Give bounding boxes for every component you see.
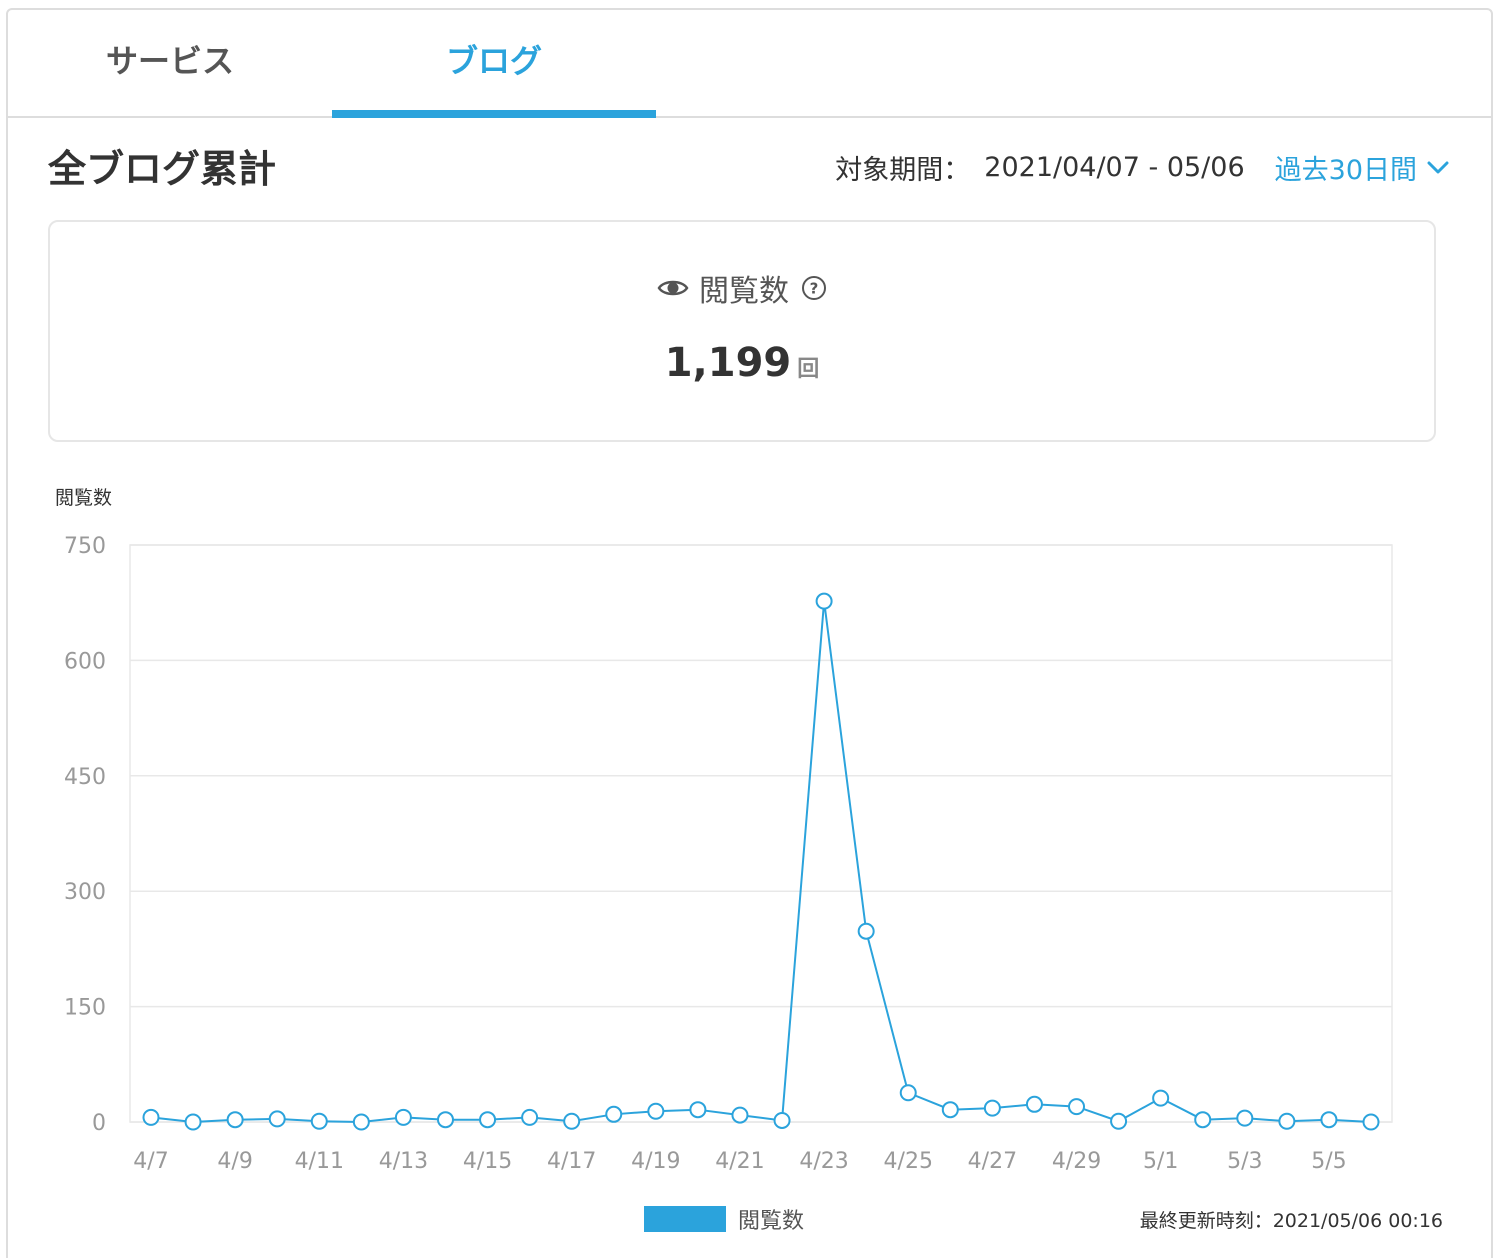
x-tick-label: 5/5 — [1311, 1149, 1346, 1174]
series-line — [150, 601, 1372, 1124]
data-point — [479, 1111, 497, 1129]
data-point — [1236, 1109, 1254, 1127]
views-line-chart: 閲覧数 0 150 300 450 600 750 4/7 4/9 4/11 4/13 4/15 4/1… — [55, 487, 1393, 1174]
data-point — [731, 1106, 749, 1124]
y-axis-title: 閲覧数 — [55, 487, 112, 509]
x-tick-label: 4/21 — [715, 1149, 764, 1174]
x-tick-label: 4/15 — [463, 1149, 512, 1174]
data-point — [352, 1113, 370, 1131]
data-point — [184, 1113, 202, 1131]
x-tick-label: 5/3 — [1227, 1149, 1262, 1174]
chart-area: 閲覧数 0 150 300 450 600 750 4/7 4/9 4/11 4/13 4/15 4/1… — [0, 0, 1499, 1258]
data-point — [563, 1112, 581, 1130]
data-point — [983, 1099, 1001, 1117]
x-tick-label: 4/17 — [547, 1149, 596, 1174]
x-tick-label: 4/7 — [133, 1149, 168, 1174]
data-point — [436, 1111, 454, 1129]
x-tick-label: 4/13 — [379, 1149, 428, 1174]
data-point — [394, 1108, 412, 1126]
x-tick-label: 4/9 — [217, 1149, 252, 1174]
data-point — [1320, 1111, 1338, 1129]
data-point — [1152, 1089, 1170, 1107]
data-point — [689, 1101, 707, 1119]
data-point — [1068, 1098, 1086, 1116]
data-point — [815, 592, 833, 610]
y-tick-label: 750 — [64, 534, 106, 559]
x-tick-label: 4/25 — [884, 1149, 933, 1174]
x-tick-label: 4/29 — [1052, 1149, 1101, 1174]
y-tick-label: 450 — [64, 765, 106, 790]
data-point — [1278, 1112, 1296, 1130]
data-point — [857, 922, 875, 940]
data-point — [310, 1112, 328, 1130]
data-point — [268, 1110, 286, 1128]
y-tick-label: 0 — [92, 1111, 106, 1136]
legend-swatch — [644, 1206, 726, 1232]
data-point — [773, 1111, 791, 1129]
legend-label: 閲覧数 — [738, 1209, 805, 1234]
data-point — [899, 1084, 917, 1102]
y-tick-label: 600 — [64, 649, 106, 674]
y-tick-label: 150 — [64, 996, 106, 1021]
data-point — [226, 1111, 244, 1129]
chart-legend[interactable]: 閲覧数 — [644, 1203, 804, 1235]
x-tick-label: 4/11 — [295, 1149, 344, 1174]
data-point — [1194, 1111, 1212, 1129]
y-tick-label: 300 — [64, 880, 106, 905]
last-updated: 最終更新時刻：2021/05/06 00:16 — [1139, 1210, 1443, 1232]
data-point — [142, 1108, 160, 1126]
plot-frame — [129, 544, 1393, 1123]
data-point — [521, 1108, 539, 1126]
data-point — [941, 1101, 959, 1119]
data-point — [1110, 1112, 1128, 1130]
x-tick-label: 4/19 — [631, 1149, 680, 1174]
data-point — [1025, 1095, 1043, 1113]
data-point — [647, 1102, 665, 1120]
data-point — [605, 1105, 623, 1123]
x-tick-label: 4/23 — [799, 1149, 848, 1174]
x-tick-label: 4/27 — [968, 1149, 1017, 1174]
x-tick-label: 5/1 — [1143, 1149, 1178, 1174]
data-point — [1362, 1113, 1380, 1131]
